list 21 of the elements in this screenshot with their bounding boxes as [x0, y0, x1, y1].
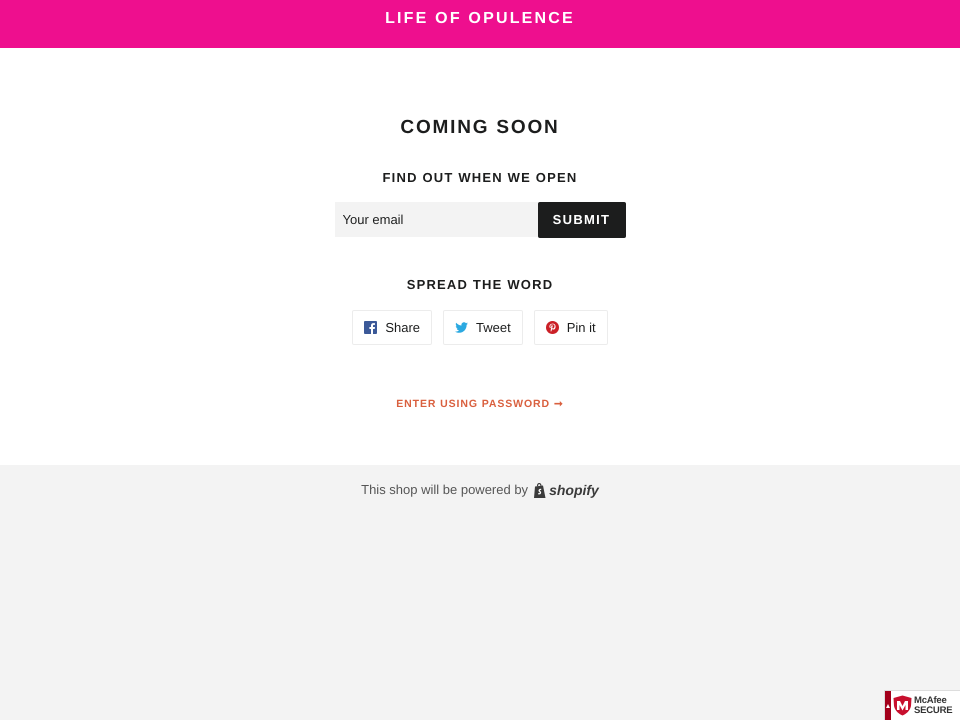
brand-link[interactable]: shopify: [533, 481, 599, 499]
password-link[interactable]: ENTER USING PASSWORD ➞: [396, 397, 564, 411]
powered-by-text: This shop will be powered by: [361, 481, 528, 499]
share-button[interactable]: Tweet: [443, 310, 523, 345]
badge-text: McAfee: [914, 696, 948, 706]
shopping-bag-icon: [533, 482, 548, 498]
coming-soon-heading: COMING SOON: [400, 117, 560, 139]
bird-icon: [455, 321, 468, 334]
triangle-icon: [886, 704, 890, 708]
shop-title[interactable]: LIFE OF OPULENCE: [385, 9, 575, 29]
facebook-icon: [364, 321, 378, 334]
shield-icon: [893, 695, 912, 716]
pin-icon: [546, 321, 559, 334]
share-button[interactable]: Share: [352, 310, 432, 345]
email-field[interactable]: Your email: [334, 202, 538, 237]
signup-heading: FIND OUT WHEN WE OPEN: [382, 170, 578, 186]
share-button[interactable]: Pin it: [534, 310, 608, 345]
security-badge[interactable]: McAfee SECURE: [884, 690, 960, 720]
badge-text: SECURE: [914, 706, 952, 716]
share-heading: SPREAD THE WORD: [406, 277, 554, 293]
submit-button[interactable]: SUBMIT: [538, 202, 626, 238]
